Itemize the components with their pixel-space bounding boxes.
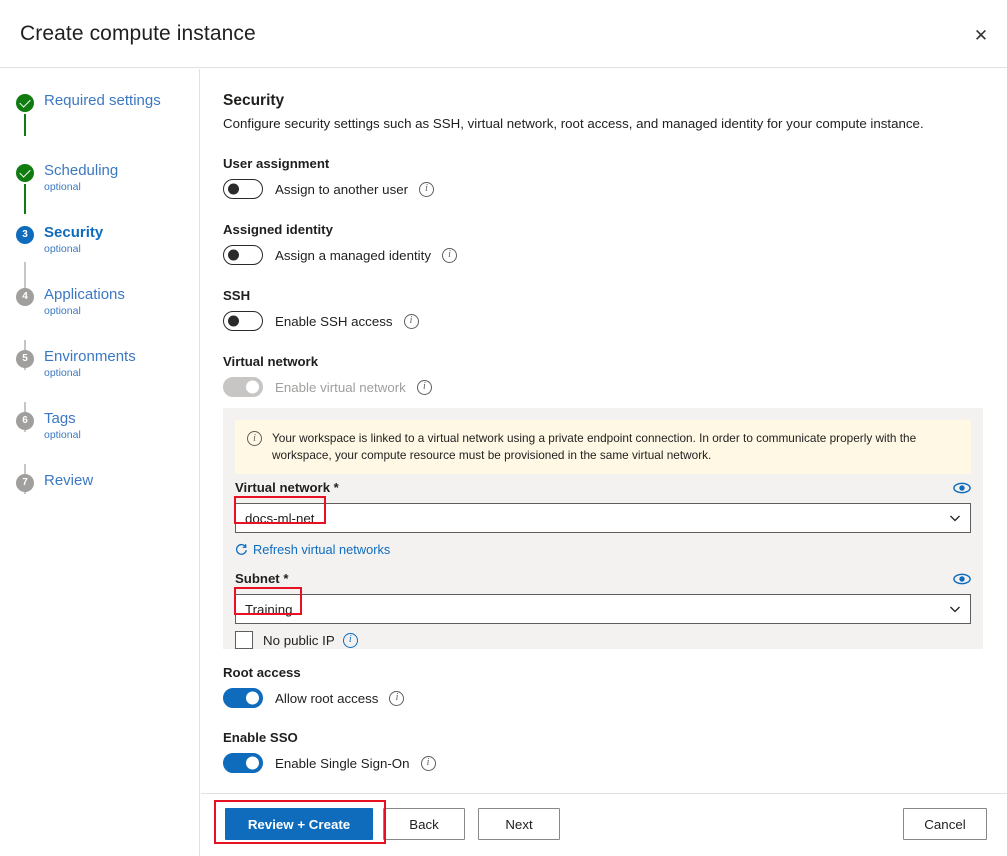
virtual-network-label-row: Virtual network * — [235, 480, 971, 495]
step-number-badge: 5 — [16, 350, 34, 368]
chevron-down-icon — [948, 511, 962, 525]
field-label: Enable SSO — [223, 730, 436, 745]
refresh-icon — [235, 543, 248, 556]
subnet-select[interactable]: Training — [235, 594, 971, 624]
info-icon[interactable]: i — [417, 380, 432, 395]
subnet-label-row: Subnet * — [235, 571, 971, 586]
no-public-ip-row: No public IP i — [235, 631, 358, 649]
next-button[interactable]: Next — [478, 808, 560, 840]
field-label: Subnet * — [235, 571, 288, 586]
field-label: Virtual network — [223, 354, 432, 369]
wizard-sidebar: Required settings Scheduling optional 3 … — [0, 69, 200, 856]
field-enable-sso: Enable SSO Enable Single Sign-On i — [223, 730, 436, 773]
create-compute-instance-dialog: Create compute instance ✕ Required setti… — [0, 0, 1007, 856]
sidebar-item-label: Environments — [44, 348, 136, 365]
info-icon[interactable]: i — [421, 756, 436, 771]
field-label: SSH — [223, 288, 419, 303]
virtual-network-panel: i Your workspace is linked to a virtual … — [223, 408, 983, 649]
eye-icon[interactable] — [953, 481, 971, 495]
toggle-row: Enable virtual network i — [223, 377, 432, 397]
sidebar-item-label: Scheduling — [44, 162, 118, 179]
dialog-footer: Review + Create Back Next Cancel — [201, 793, 1007, 856]
sidebar-item-label: Required settings — [44, 92, 161, 109]
toggle-label: Enable virtual network — [275, 380, 406, 395]
dialog-titlebar: Create compute instance ✕ — [0, 0, 1007, 68]
sidebar-item-environments[interactable]: 5 Environments optional — [0, 348, 136, 390]
toggle-label: Assign a managed identity — [275, 248, 431, 263]
subnet-value: Training — [245, 602, 948, 617]
toggle-label: Allow root access — [275, 691, 378, 706]
sidebar-item-sublabel: optional — [44, 429, 81, 441]
sidebar-item-tags[interactable]: 6 Tags optional — [0, 410, 81, 452]
field-assigned-identity: Assigned identity Assign a managed ident… — [223, 222, 457, 265]
enable-virtual-network-toggle — [223, 377, 263, 397]
sidebar-item-review[interactable]: 7 Review — [0, 472, 93, 514]
field-label: Virtual network * — [235, 480, 339, 495]
enable-ssh-access-toggle[interactable] — [223, 311, 263, 331]
sidebar-item-sublabel: optional — [44, 181, 118, 193]
toggle-row: Assign a managed identity i — [223, 245, 457, 265]
field-user-assignment: User assignment Assign to another user i — [223, 156, 434, 199]
sidebar-item-sublabel: optional — [44, 305, 125, 317]
sidebar-item-label: Security — [44, 224, 103, 241]
step-number-badge: 7 — [16, 474, 34, 492]
toggle-label: Assign to another user — [275, 182, 408, 197]
section-title: Security — [223, 92, 284, 110]
back-button[interactable]: Back — [383, 808, 465, 840]
virtual-network-select[interactable]: docs-ml-net — [235, 503, 971, 533]
info-icon[interactable]: i — [343, 633, 358, 648]
refresh-virtual-networks-link[interactable]: Refresh virtual networks — [235, 542, 390, 557]
sidebar-item-required-settings[interactable]: Required settings — [0, 92, 161, 134]
field-label: Assigned identity — [223, 222, 457, 237]
eye-icon[interactable] — [953, 572, 971, 586]
review-create-button[interactable]: Review + Create — [225, 808, 373, 840]
virtual-network-value: docs-ml-net — [245, 511, 948, 526]
step-number-badge: 4 — [16, 288, 34, 306]
toggle-label: Enable SSH access — [275, 314, 393, 329]
section-description: Configure security settings such as SSH,… — [223, 115, 983, 133]
sidebar-item-label: Tags — [44, 410, 81, 427]
info-icon[interactable]: i — [442, 248, 457, 263]
no-public-ip-checkbox[interactable] — [235, 631, 253, 649]
assign-managed-identity-toggle[interactable] — [223, 245, 263, 265]
info-icon[interactable]: i — [419, 182, 434, 197]
toggle-row: Assign to another user i — [223, 179, 434, 199]
field-label: Root access — [223, 665, 404, 680]
toggle-row: Allow root access i — [223, 688, 404, 708]
no-public-ip-label: No public IP — [263, 633, 335, 648]
step-check-icon — [16, 164, 34, 182]
info-banner: i Your workspace is linked to a virtual … — [235, 420, 971, 474]
sidebar-item-label: Applications — [44, 286, 125, 303]
step-number-badge: 6 — [16, 412, 34, 430]
allow-root-access-toggle[interactable] — [223, 688, 263, 708]
sidebar-item-scheduling[interactable]: Scheduling optional — [0, 162, 118, 204]
info-icon[interactable]: i — [389, 691, 404, 706]
step-check-icon — [16, 94, 34, 112]
field-virtual-network: Virtual network Enable virtual network i — [223, 354, 432, 397]
sidebar-item-security[interactable]: 3 Security optional — [0, 224, 103, 266]
close-icon[interactable]: ✕ — [967, 22, 995, 48]
enable-sso-toggle[interactable] — [223, 753, 263, 773]
chevron-down-icon — [948, 602, 962, 616]
sidebar-item-sublabel: optional — [44, 243, 103, 255]
toggle-row: Enable SSH access i — [223, 311, 419, 331]
info-icon: i — [247, 431, 262, 446]
field-ssh: SSH Enable SSH access i — [223, 288, 419, 331]
toggle-label: Enable Single Sign-On — [275, 756, 410, 771]
field-label: User assignment — [223, 156, 434, 171]
main-content: Security Configure security settings suc… — [201, 69, 1007, 856]
refresh-link-label: Refresh virtual networks — [253, 542, 390, 557]
sidebar-item-label: Review — [44, 472, 93, 489]
step-number-badge: 3 — [16, 226, 34, 244]
sidebar-item-sublabel: optional — [44, 367, 136, 379]
field-root-access: Root access Allow root access i — [223, 665, 404, 708]
toggle-row: Enable Single Sign-On i — [223, 753, 436, 773]
info-banner-text: Your workspace is linked to a virtual ne… — [272, 430, 959, 463]
sidebar-item-applications[interactable]: 4 Applications optional — [0, 286, 125, 328]
cancel-button[interactable]: Cancel — [903, 808, 987, 840]
page-title: Create compute instance — [20, 22, 256, 46]
assign-another-user-toggle[interactable] — [223, 179, 263, 199]
info-icon[interactable]: i — [404, 314, 419, 329]
